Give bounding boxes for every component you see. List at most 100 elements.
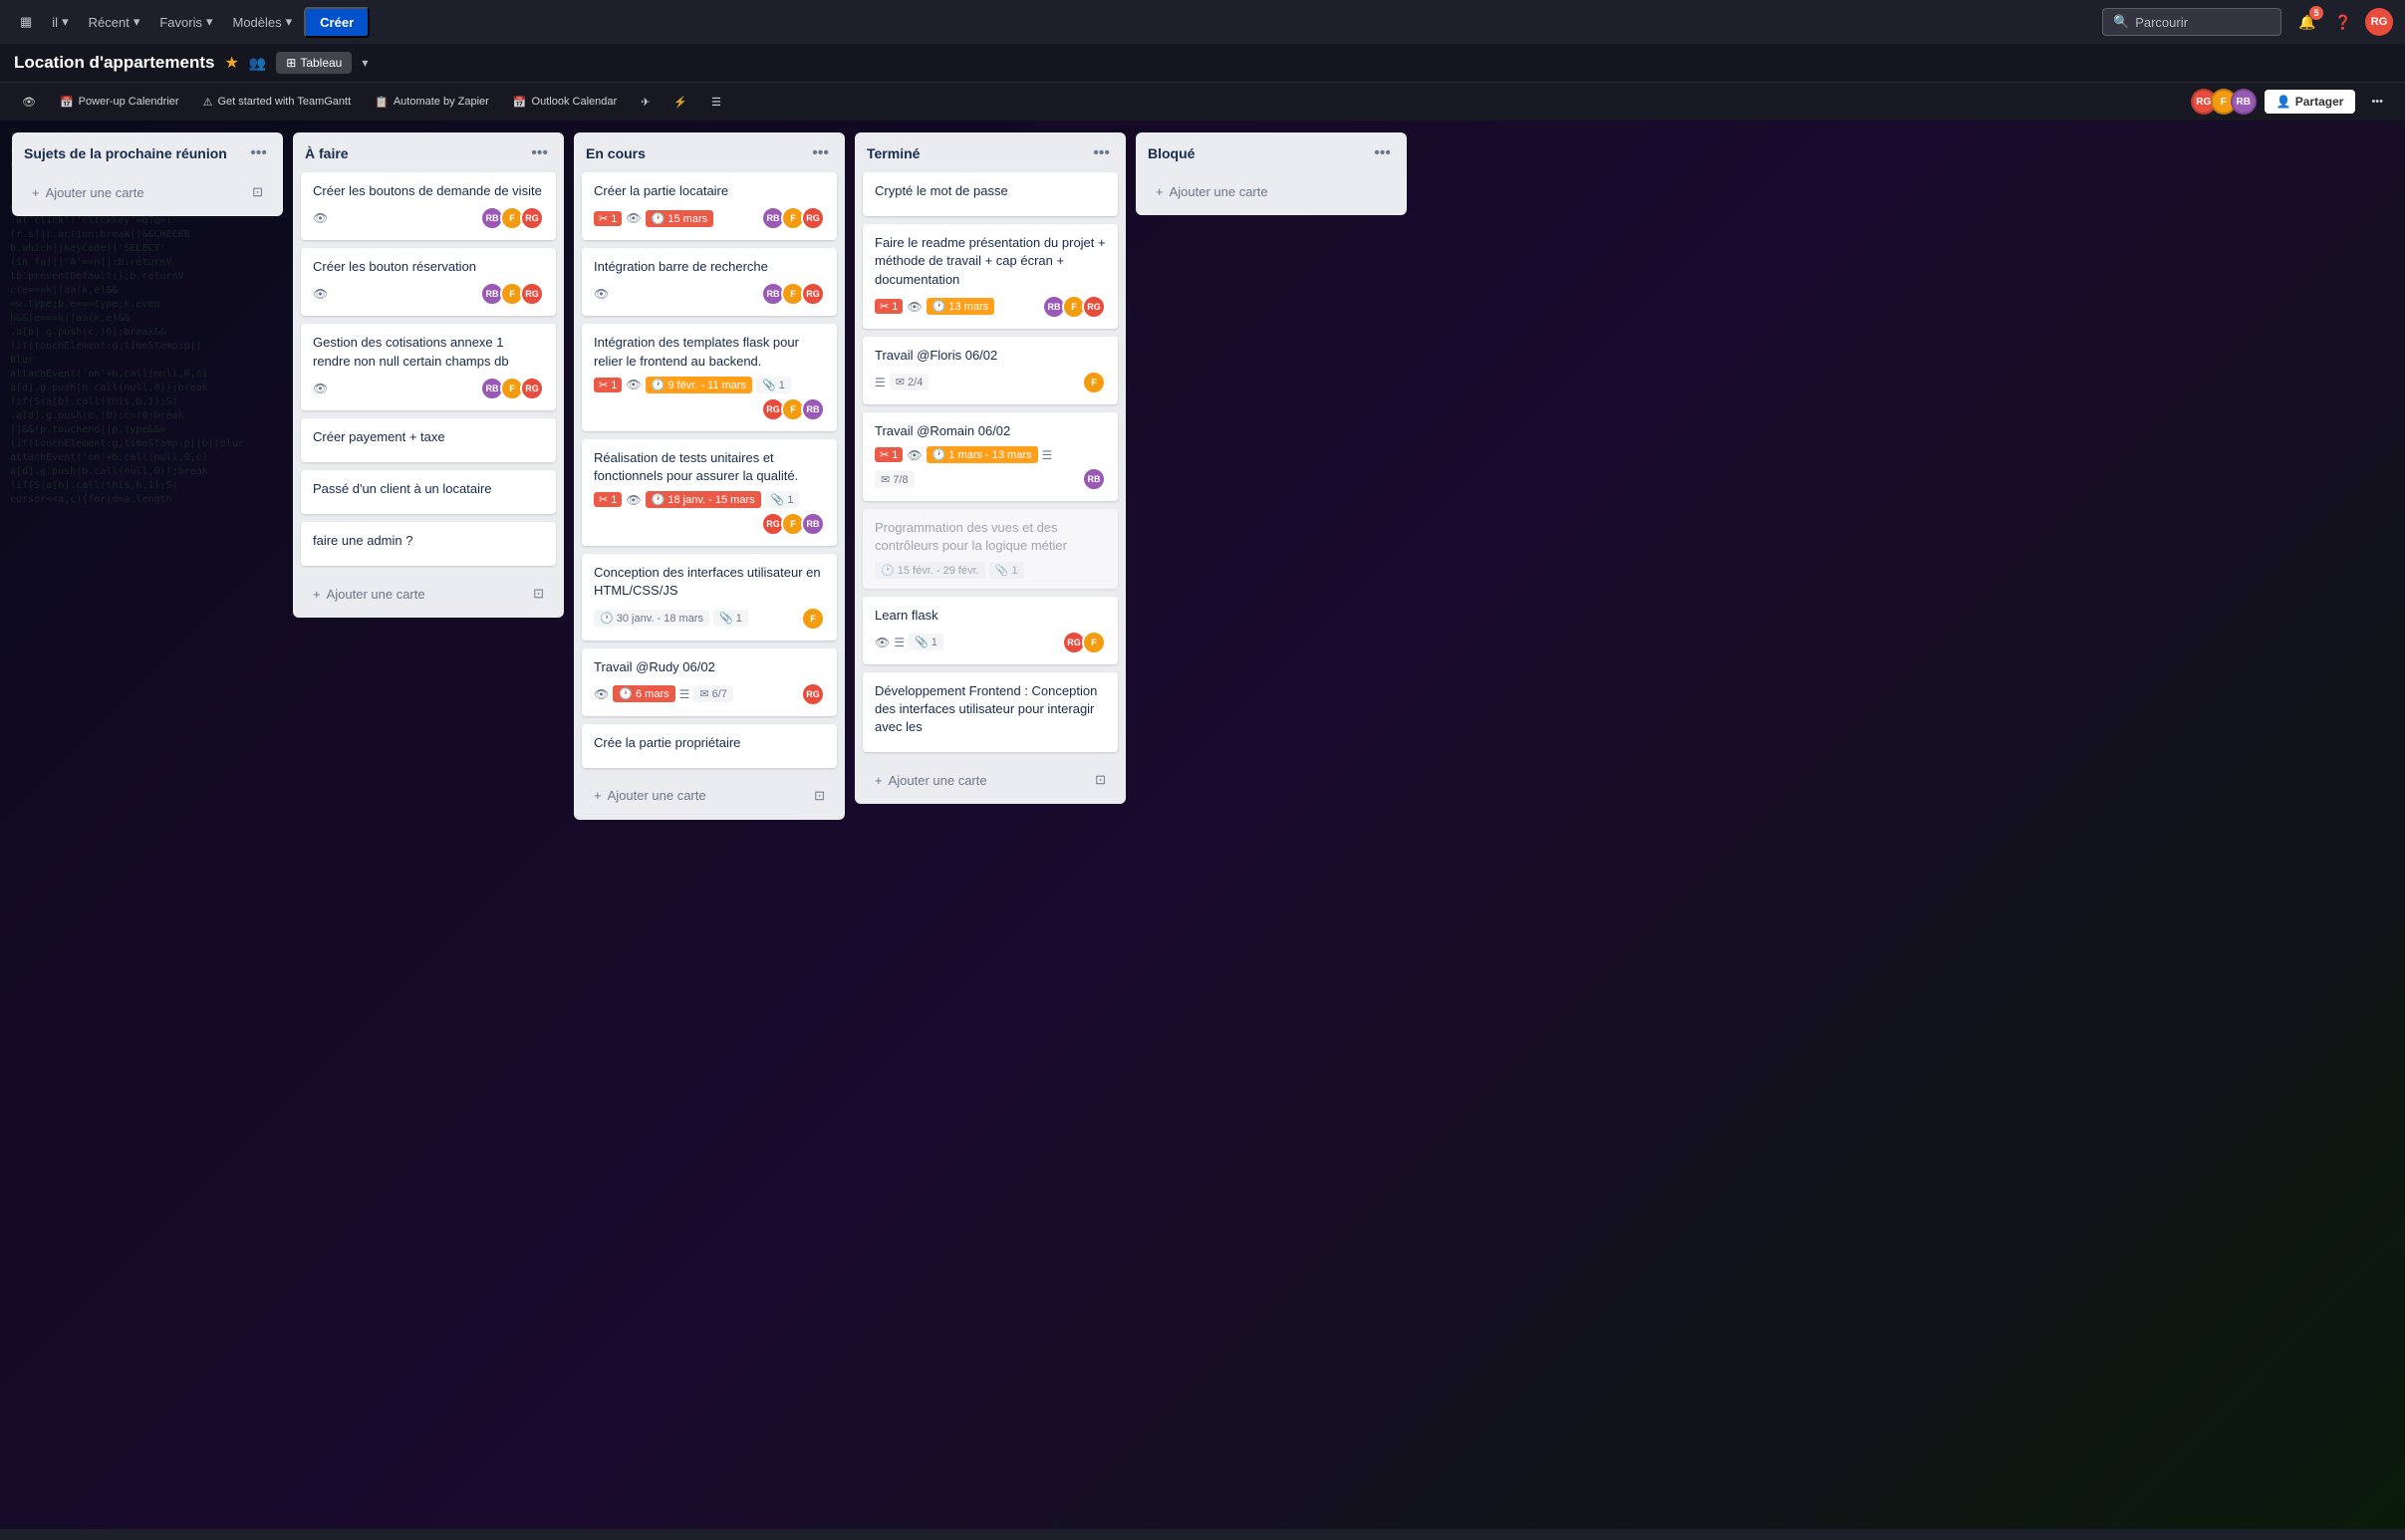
card-admin[interactable]: faire une admin ? bbox=[301, 522, 556, 566]
watch-icon[interactable]: 👁 bbox=[907, 448, 922, 462]
star-icon[interactable]: ★ bbox=[224, 53, 238, 73]
add-card-termine[interactable]: + Ajouter une carte ⊡ bbox=[863, 764, 1118, 796]
card-avatars: RB F RG bbox=[480, 377, 544, 400]
card-learn-flask[interactable]: Learn flask 👁 ☰ 📎 1 RG F bbox=[863, 597, 1118, 664]
card-locataire[interactable]: Créer la partie locataire ✂ 1 👁 🕐 15 mar… bbox=[582, 172, 837, 240]
board-members: RG F RB bbox=[2191, 89, 2257, 115]
watch-icon[interactable]: 👁 bbox=[313, 287, 328, 301]
toolbar-send[interactable]: ✈ bbox=[633, 92, 658, 113]
card-boutons-visite[interactable]: Créer les boutons de demande de visite 👁… bbox=[301, 172, 556, 240]
card-client-locataire[interactable]: Passé d'un client à un locataire bbox=[301, 470, 556, 514]
date-badge: 🕐 15 mars bbox=[646, 210, 714, 227]
card-footer: ✂ 1 👁 🕐 15 mars RB F RG bbox=[594, 206, 825, 230]
card-footer: ✂ 1 👁 🕐 18 janv. - 15 mars 📎 1 bbox=[594, 491, 825, 508]
card-payement[interactable]: Créer payement + taxe bbox=[301, 418, 556, 462]
card-tests-unitaires[interactable]: Réalisation de tests unitaires et foncti… bbox=[582, 439, 837, 546]
toolbar-calendar[interactable]: 📅 Power-up Calendrier bbox=[52, 92, 187, 113]
cards-a-faire: Créer les boutons de demande de visite 👁… bbox=[293, 172, 564, 574]
card-crypte[interactable]: Crypté le mot de passe bbox=[863, 172, 1118, 216]
add-card-sujets[interactable]: + Ajouter une carte ⊡ bbox=[20, 176, 275, 208]
watch-icon[interactable]: 👁 bbox=[594, 287, 609, 301]
avatar-rg[interactable]: RG bbox=[520, 282, 544, 306]
card-proprietaire[interactable]: Crée la partie propriétaire bbox=[582, 724, 837, 768]
attach-badge: 📎 1 bbox=[765, 491, 800, 508]
nav-item-recent[interactable]: Récent ▾ bbox=[81, 10, 148, 34]
date-badge: 🕐 18 janv. - 15 mars bbox=[646, 491, 761, 508]
watch-icon[interactable]: 👁 bbox=[313, 211, 328, 225]
avatar-f[interactable]: F bbox=[1082, 631, 1106, 654]
card-readme[interactable]: Faire le readme présentation du projet +… bbox=[863, 224, 1118, 329]
user-avatar[interactable]: RG bbox=[2365, 8, 2393, 36]
board-view-button[interactable]: ⊞ Tableau bbox=[276, 52, 352, 74]
alert-badge: ✂ 1 bbox=[594, 492, 622, 507]
toolbar-filter[interactable]: ☰ bbox=[703, 92, 729, 113]
nav-item-modeles[interactable]: Modèles ▾ bbox=[225, 10, 301, 34]
card-footer: 👁 🕐 6 mars ☰ ✉ 6/7 RG bbox=[594, 682, 825, 706]
avatar-rg[interactable]: RG bbox=[1082, 295, 1106, 319]
card-recherche[interactable]: Intégration barre de recherche 👁 RB F RG bbox=[582, 248, 837, 316]
avatar-rb[interactable]: RB bbox=[801, 397, 825, 421]
avatar-rg[interactable]: RG bbox=[520, 206, 544, 230]
board-canvas: Sujets de la prochaine réunion ••• + Ajo… bbox=[0, 121, 2405, 1529]
help-button[interactable]: ❓ bbox=[2329, 8, 2357, 36]
add-card-a-faire[interactable]: + Ajouter une carte ⊡ bbox=[301, 578, 556, 610]
card-bouton-reservation[interactable]: Créer les bouton réservation 👁 RB F RG bbox=[301, 248, 556, 316]
card-travail-floris[interactable]: Travail @Floris 06/02 ☰ ✉ 2/4 F bbox=[863, 337, 1118, 404]
column-menu-sujets[interactable]: ••• bbox=[246, 142, 271, 164]
card-travail-romain[interactable]: Travail @Romain 06/02 ✂ 1 👁 🕐 1 mars - 1… bbox=[863, 412, 1118, 501]
share-button[interactable]: 👤 Partager bbox=[2265, 90, 2356, 114]
column-menu-a-faire[interactable]: ••• bbox=[527, 142, 552, 164]
alert-badge: ✂ 1 bbox=[594, 211, 622, 226]
avatar-rg[interactable]: RG bbox=[801, 682, 825, 706]
add-card-en-cours[interactable]: + Ajouter une carte ⊡ bbox=[582, 780, 837, 812]
column-title-a-faire: À faire bbox=[305, 145, 349, 161]
toolbar-zapier[interactable]: 📋 Automate by Zapier bbox=[367, 92, 497, 113]
watch-icon[interactable]: 👁 bbox=[313, 382, 328, 395]
card-avatars: RB F RG bbox=[761, 206, 825, 230]
member-avatar-rb[interactable]: RB bbox=[2231, 89, 2257, 115]
avatar-f[interactable]: F bbox=[801, 607, 825, 631]
toolbar-lightning[interactable]: ⚡ bbox=[666, 92, 695, 113]
card-title: Learn flask bbox=[875, 607, 1106, 625]
card-interfaces-html[interactable]: Conception des interfaces utilisateur en… bbox=[582, 554, 837, 640]
avatar-f[interactable]: F bbox=[1082, 371, 1106, 394]
card-title: Conception des interfaces utilisateur en… bbox=[594, 564, 825, 600]
column-menu-bloque[interactable]: ••• bbox=[1370, 142, 1395, 164]
watch-icon[interactable]: 👁 bbox=[594, 687, 609, 701]
notification-button[interactable]: 🔔 5 bbox=[2293, 8, 2321, 36]
card-programmation-vues[interactable]: Programmation des vues et des contrôleur… bbox=[863, 509, 1118, 588]
avatar-rb[interactable]: RB bbox=[801, 512, 825, 536]
board-view-chevron[interactable]: ▾ bbox=[362, 56, 368, 70]
avatar-rb[interactable]: RB bbox=[1082, 467, 1106, 491]
toolbar-outlook[interactable]: 📅 Outlook Calendar bbox=[505, 92, 625, 113]
search-box[interactable]: 🔍 Parcourir bbox=[2102, 8, 2281, 36]
board-title: Location d'appartements bbox=[14, 53, 214, 73]
create-button[interactable]: Créer bbox=[304, 7, 370, 38]
toolbar-watch[interactable]: 👁 bbox=[14, 92, 44, 113]
nav-item-favoris[interactable]: Favoris ▾ bbox=[151, 10, 220, 34]
nav-item-il[interactable]: il ▾ bbox=[44, 10, 76, 34]
share-icon[interactable]: 👥 bbox=[249, 55, 266, 72]
column-termine: Terminé ••• Crypté le mot de passe Faire… bbox=[855, 132, 1126, 804]
avatar-rg[interactable]: RG bbox=[801, 282, 825, 306]
more-menu[interactable]: ••• bbox=[2363, 92, 2391, 112]
watch-icon[interactable]: 👁 bbox=[626, 493, 641, 507]
column-menu-en-cours[interactable]: ••• bbox=[808, 142, 833, 164]
add-card-bloque[interactable]: + Ajouter une carte bbox=[1144, 176, 1399, 207]
card-dev-frontend[interactable]: Développement Frontend : Conception des … bbox=[863, 672, 1118, 753]
attach-badge: 📎 1 bbox=[989, 562, 1024, 579]
card-cotisations[interactable]: Gestion des cotisations annexe 1 rendre … bbox=[301, 324, 556, 409]
avatar-rg[interactable]: RG bbox=[801, 206, 825, 230]
nav-logo[interactable]: ▦ bbox=[12, 10, 40, 34]
card-title: Intégration barre de recherche bbox=[594, 258, 825, 276]
toolbar-teamgantt[interactable]: ⚠ Get started with TeamGantt bbox=[195, 92, 360, 113]
watch-icon[interactable]: 👁 bbox=[875, 636, 890, 649]
card-avatars: RB F RG bbox=[480, 282, 544, 306]
column-menu-termine[interactable]: ••• bbox=[1089, 142, 1114, 164]
watch-icon[interactable]: 👁 bbox=[907, 300, 922, 314]
card-templates-flask[interactable]: Intégration des templates flask pour rel… bbox=[582, 324, 837, 430]
watch-icon[interactable]: 👁 bbox=[626, 378, 641, 391]
avatar-rg[interactable]: RG bbox=[520, 377, 544, 400]
card-travail-rudy[interactable]: Travail @Rudy 06/02 👁 🕐 6 mars ☰ ✉ 6/7 R… bbox=[582, 648, 837, 716]
watch-icon[interactable]: 👁 bbox=[626, 211, 641, 225]
